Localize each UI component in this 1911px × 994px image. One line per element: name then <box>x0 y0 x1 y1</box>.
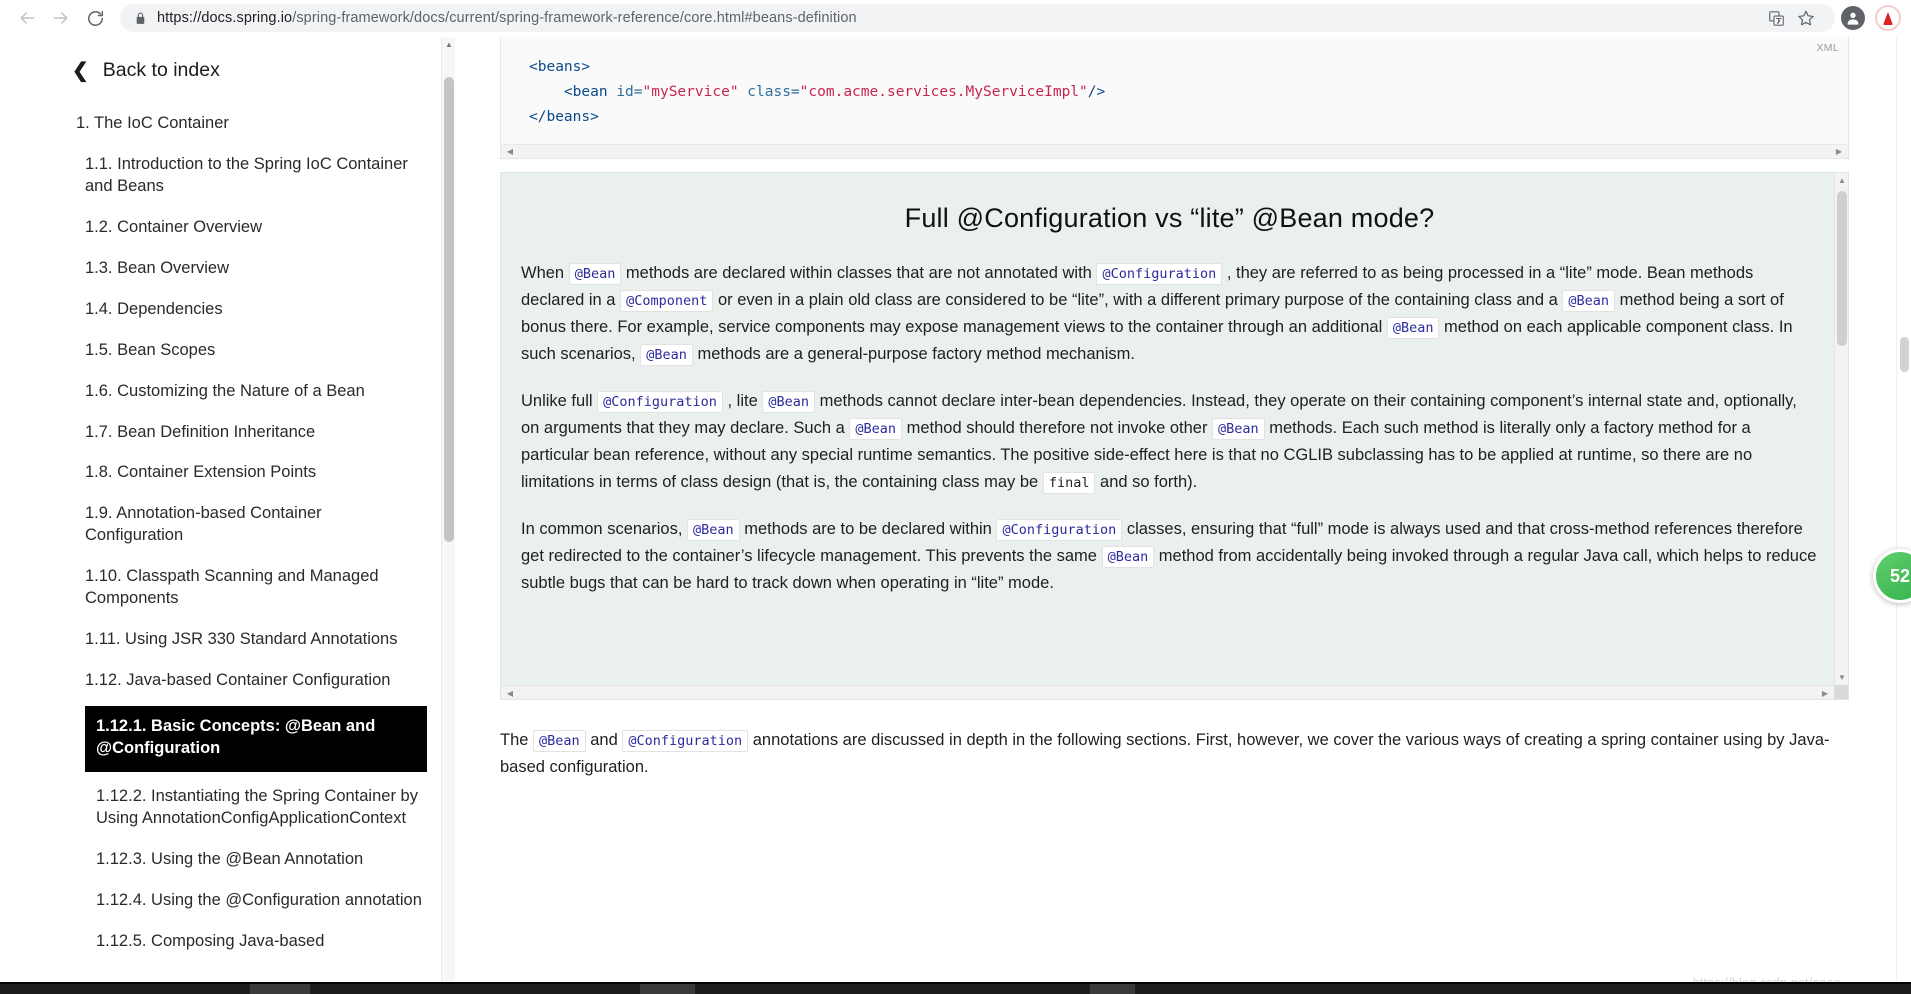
callout-vertical-scrollbar[interactable]: ▲ ▼ <box>1834 173 1848 699</box>
inline-code: @Bean <box>1386 317 1440 340</box>
page-scrollbar[interactable] <box>1896 37 1911 994</box>
sidebar-item-1-10[interactable]: 1.10. Classpath Scanning and Managed Com… <box>0 561 455 615</box>
extension-icon[interactable] <box>1875 5 1901 31</box>
inline-code: @Bean <box>686 519 740 542</box>
scroll-up-arrow-icon[interactable]: ▲ <box>1835 173 1848 188</box>
table-of-contents: 1. The IoC Container 1.1. Introduction t… <box>0 108 455 958</box>
sidebar-item-1-6[interactable]: 1.6. Customizing the Nature of a Bean <box>0 376 455 408</box>
sidebar-item-1-8[interactable]: 1.8. Container Extension Points <box>0 457 455 489</box>
address-bar[interactable]: https://docs.spring.io/spring-framework/… <box>120 4 1835 32</box>
inline-code: @Bean <box>849 418 902 441</box>
sidebar-item-1-12-5[interactable]: 1.12.5. Composing Java-based <box>0 926 455 958</box>
taskbar <box>0 984 1911 994</box>
scrollbar-corner <box>1834 685 1848 699</box>
sidebar-item-1-7[interactable]: 1.7. Bean Definition Inheritance <box>0 417 455 449</box>
trailing-paragraph: The @Bean and @Configuration annotations… <box>500 730 1830 777</box>
scroll-left-arrow-icon[interactable]: ◀ <box>503 686 517 699</box>
scroll-up-arrow-icon[interactable]: ▲ <box>442 37 455 52</box>
taskbar-segment <box>640 984 695 994</box>
bookmark-star-icon[interactable] <box>1791 4 1821 32</box>
inline-code: @Bean <box>533 730 586 752</box>
callout-horizontal-scrollbar[interactable]: ◀ ▶ <box>501 685 1848 699</box>
profile-avatar[interactable] <box>1841 6 1865 30</box>
code-lines: <beans> <bean id="myService" class="com.… <box>529 59 1106 125</box>
sidebar-item-1-2[interactable]: 1.2. Container Overview <box>0 212 455 244</box>
inline-code: @Bean <box>640 344 693 367</box>
sidebar-item-1-12-2[interactable]: 1.12.2. Instantiating the Spring Contain… <box>0 781 455 835</box>
inline-code: @Bean <box>568 263 622 285</box>
lock-icon <box>134 11 147 26</box>
callout-title: Full @Configuration vs “lite” @Bean mode… <box>904 203 1435 233</box>
back-to-index-link[interactable]: ❮ Back to index <box>0 59 455 82</box>
code-language-label: XML <box>1816 42 1839 54</box>
scroll-down-arrow-icon[interactable]: ▼ <box>1835 670 1848 685</box>
sidebar-item-1-11[interactable]: 1.11. Using JSR 330 Standard Annotations <box>0 624 455 656</box>
translate-icon[interactable] <box>1761 4 1791 32</box>
reload-button[interactable] <box>78 1 112 35</box>
callout-scroll-thumb[interactable] <box>1837 191 1847 346</box>
inline-code: @Configuration <box>597 391 723 414</box>
callout-paragraph-3: In common scenarios, @Bean methods are t… <box>521 519 1817 593</box>
extension-glyph <box>1883 11 1893 25</box>
inline-code: @Bean <box>1562 290 1616 313</box>
taskbar-segment <box>250 984 310 994</box>
inline-code: @Configuration <box>1096 263 1223 285</box>
inline-code: @Configuration <box>996 519 1123 542</box>
code-block-xml: XML <beans> <bean id="myService" class="… <box>500 37 1849 159</box>
scroll-right-arrow-icon[interactable]: ▶ <box>1818 686 1832 699</box>
sidebar-item-1-3[interactable]: 1.3. Bean Overview <box>0 253 455 285</box>
browser-toolbar: https://docs.spring.io/spring-framework/… <box>0 0 1911 37</box>
inline-code: @Bean <box>1212 418 1265 441</box>
code-horizontal-scrollbar[interactable]: ◀ ▶ <box>501 143 1848 159</box>
sidebar-item-1-1[interactable]: 1.1. Introduction to the Spring IoC Cont… <box>0 149 455 203</box>
sidebar-navigation: ❮ Back to index 1. The IoC Container 1.1… <box>0 37 455 994</box>
callout-box: Full @Configuration vs “lite” @Bean mode… <box>500 172 1849 700</box>
callout-paragraph-1: When @Bean methods are declared within c… <box>521 260 1818 368</box>
sidebar-item-1-12[interactable]: 1.12. Java-based Container Configuration <box>0 665 455 697</box>
back-button[interactable] <box>10 1 44 35</box>
sidebar-item-1-5[interactable]: 1.5. Bean Scopes <box>0 335 455 367</box>
inline-code: @Configuration <box>622 730 749 752</box>
forward-button[interactable] <box>44 1 78 35</box>
sidebar-item-1-9[interactable]: 1.9. Annotation-based Container Configur… <box>0 498 455 552</box>
callout-content: Full @Configuration vs “lite” @Bean mode… <box>501 173 1848 628</box>
sidebar-item-1-12-1[interactable]: 1.12.1. Basic Concepts: @Bean and @Confi… <box>85 706 427 772</box>
callout-paragraph-2: Unlike full @Configuration , lite @Bean … <box>521 388 1818 496</box>
sidebar-item-1-12-3[interactable]: 1.12.3. Using the @Bean Annotation <box>0 844 455 876</box>
page-body: ❮ Back to index 1. The IoC Container 1.1… <box>0 37 1911 994</box>
url-path: /spring-framework/docs/current/spring-fr… <box>292 10 857 26</box>
inline-code: final <box>1042 472 1096 495</box>
back-to-index-label: Back to index <box>102 59 220 81</box>
url-text: https://docs.spring.io/spring-framework/… <box>157 10 857 26</box>
sidebar-item-1-12-4[interactable]: 1.12.4. Using the @Configuration annotat… <box>0 885 455 917</box>
sidebar-item-1[interactable]: 1. The IoC Container <box>0 108 455 140</box>
sidebar-scrollbar[interactable]: ▲ ▼ <box>441 37 455 994</box>
taskbar-segment <box>1090 984 1135 994</box>
url-domain: https://docs.spring.io <box>157 10 293 26</box>
scroll-left-arrow-icon[interactable]: ◀ <box>503 145 517 159</box>
main-content: XML <beans> <bean id="myService" class="… <box>455 37 1911 994</box>
inline-code: @Bean <box>762 391 815 414</box>
page-scroll-thumb[interactable] <box>1900 337 1909 372</box>
omnibox-actions <box>1761 4 1821 32</box>
inline-code: @Component <box>620 290 714 313</box>
sidebar-scroll-thumb[interactable] <box>444 77 454 542</box>
chevron-left-icon: ❮ <box>72 59 89 82</box>
inline-code: @Bean <box>1101 546 1155 569</box>
scroll-right-arrow-icon[interactable]: ▶ <box>1832 145 1846 159</box>
sidebar-item-1-4[interactable]: 1.4. Dependencies <box>0 294 455 326</box>
